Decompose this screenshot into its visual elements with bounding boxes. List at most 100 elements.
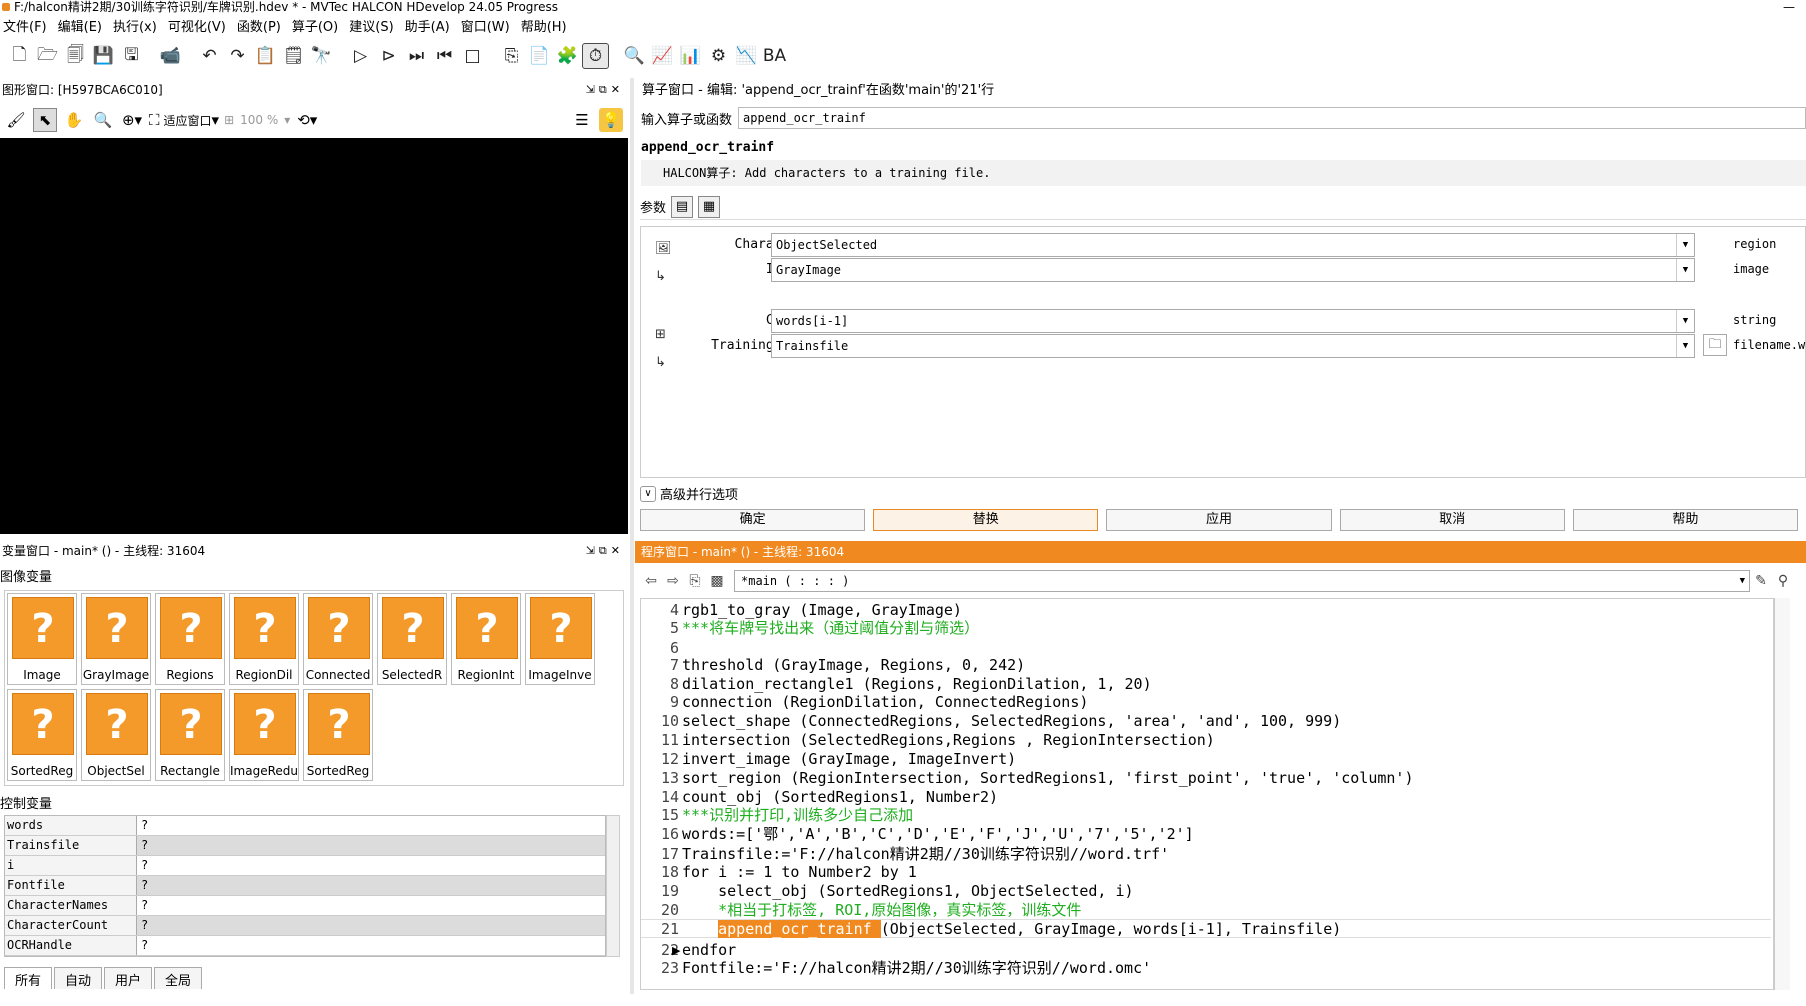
control-variable-row[interactable]: CharacterNames? [5, 896, 605, 916]
iconic-variable-tile[interactable]: ? GrayImage [81, 593, 151, 685]
control-variable-row[interactable]: Trainsfile? [5, 836, 605, 856]
code-line[interactable]: 8 dilation_rectangle1 (Regions, RegionDil… [641, 675, 1771, 694]
variable-tab[interactable]: 所有 [4, 967, 53, 989]
panel-divider[interactable] [630, 78, 634, 994]
save-icon[interactable]: 💾 [90, 43, 117, 69]
histogram-icon[interactable]: 📊 [677, 43, 704, 69]
apply-button[interactable]: 应用 [1106, 509, 1332, 531]
operator-input[interactable]: append_ocr_trainf [738, 107, 1806, 129]
run-icon[interactable]: ▷ [347, 43, 374, 69]
profiler-icon[interactable]: ⏱ [582, 43, 609, 69]
step-out-icon[interactable]: ⏮ [431, 43, 458, 69]
variable-tab[interactable]: 用户 [104, 967, 153, 989]
chevron-down-icon[interactable]: ▼ [1676, 234, 1694, 256]
iconic-variable-tile[interactable]: ? ObjectSel [81, 689, 151, 781]
copy-icon[interactable]: ⎘ [684, 573, 706, 589]
minimize-button[interactable]: — [1774, 0, 1804, 14]
code-line[interactable]: 18 for i := 1 to Number2 by 1 [641, 863, 1771, 882]
code-line[interactable]: 12 invert_image (GrayImage, ImageInvert) [641, 750, 1771, 769]
zoom-in-icon[interactable]: ⊕▾ [120, 108, 144, 132]
menu-item[interactable]: 建议(S) [346, 16, 401, 35]
menu-item[interactable]: 执行(x) [110, 16, 165, 35]
iconic-variable-tile[interactable]: ? Regions [155, 593, 225, 685]
draw-mode-icon[interactable]: ⟲▾ [295, 108, 319, 132]
code-line[interactable]: 21 append_ocr_trainf (ObjectSelected, Gr… [641, 919, 1771, 938]
param-field[interactable]: words[i-1] ▼ [771, 309, 1695, 333]
ocr-icon[interactable]: ꓐA [761, 43, 788, 69]
menu-item[interactable]: 算子(O) [289, 16, 346, 35]
pointer-icon[interactable]: ⬉ [33, 108, 57, 132]
menu-item[interactable]: 函数(P) [234, 16, 289, 35]
param-field[interactable]: Trainsfile ▼ [771, 334, 1695, 358]
undo-icon[interactable]: ↶ [196, 43, 223, 69]
code-line[interactable]: 11 intersection (SelectedRegions,Regions … [641, 731, 1771, 750]
variable-tab[interactable]: 全局 [154, 967, 203, 989]
brush-icon[interactable]: 🖌 [4, 108, 28, 132]
iconic-variable-tile[interactable]: ? Image [7, 593, 77, 685]
iconic-variable-tile[interactable]: ? ImageInve [525, 593, 595, 685]
iconic-variable-tile[interactable]: ? RegionInt [451, 593, 521, 685]
clear-icon[interactable]: 🗒 [280, 43, 307, 69]
chevron-down-icon[interactable]: ▼ [1676, 259, 1694, 281]
detail-view-icon[interactable]: ▦ [698, 195, 721, 218]
control-variable-row[interactable]: words? [5, 816, 605, 836]
record-icon[interactable]: 📹 [157, 43, 184, 69]
code-line[interactable]: 5 ***将车牌号找出来（通过阈值分割与筛选） [641, 619, 1771, 638]
redo-icon[interactable]: ↷ [224, 43, 251, 69]
fit-window-button[interactable]: ⛶ 适应窗口 ▾ [149, 108, 219, 132]
control-variable-row[interactable]: OCRHandle? [5, 936, 605, 956]
hand-icon[interactable]: ✋ [62, 108, 86, 132]
menu-item[interactable]: 编辑(E) [55, 16, 110, 35]
list-view-icon[interactable]: ▤ [671, 195, 694, 218]
open-file-icon[interactable]: 🗁 [34, 43, 61, 69]
cancel-button[interactable]: 取消 [1339, 509, 1565, 531]
advanced-options[interactable]: ∨ 高级并行选项 [640, 484, 738, 503]
iconic-variable-tile[interactable]: ? Rectangle [155, 689, 225, 781]
iconic-variable-tile[interactable]: ? ImageRedu [229, 689, 299, 781]
panel-buttons[interactable]: ⇲⧉✕ [586, 540, 624, 562]
code-line[interactable]: 17 Trainsfile:='F://halcon精讲2期//30训练字符识别/… [641, 845, 1771, 864]
code-line[interactable]: 20 *相当于打标签, ROI,原始图像，真实标签，训练文件 [641, 901, 1771, 920]
code-line[interactable]: 23 Fontfile:='F://halcon精讲2期//30训练字符识别//w… [641, 959, 1771, 978]
zoom-icon[interactable]: 🔍 [621, 43, 648, 69]
menu-item[interactable]: 可视化(V) [165, 16, 234, 35]
control-scrollbar[interactable] [606, 815, 620, 957]
step-into-icon[interactable]: ⏭ [403, 43, 430, 69]
clipboard-icon[interactable]: 📋 [252, 43, 279, 69]
line-profile-icon[interactable]: 📈 [649, 43, 676, 69]
code-line[interactable]: 16 words:=['鄂','A','B','C','D','E','F','J… [641, 825, 1771, 844]
iconic-variable-tile[interactable]: ? RegionDil [229, 593, 299, 685]
iconic-variable-tile[interactable]: ? SortedReg [303, 689, 373, 781]
procedure-select[interactable]: *main ( : : : ) ▼ [734, 570, 1750, 592]
save-all-icon[interactable]: 🖫 [118, 43, 145, 69]
edit-procedure-icon[interactable]: ✎ [1750, 573, 1772, 589]
code-editor[interactable]: 4 rgb1_to_gray (Image, GrayImage) 5 ***将车牌号… [640, 598, 1774, 990]
chevron-down-icon[interactable]: ▼ [1676, 310, 1694, 332]
magnifier-icon[interactable]: 🔍 [91, 108, 115, 132]
find-icon[interactable]: 🔭 [308, 43, 335, 69]
code-line[interactable]: 14 count_obj (SortedRegions1, Number2) [641, 788, 1771, 807]
reset-icon[interactable]: ⎘ [498, 43, 525, 69]
code-line[interactable]: 19 select_obj (SortedRegions1, ObjectSel… [641, 882, 1771, 901]
control-variable-row[interactable]: Fontfile? [5, 876, 605, 896]
program-icon[interactable]: 📄 [526, 43, 553, 69]
pin-icon[interactable]: ⚲ [1772, 573, 1794, 589]
replace-button[interactable]: 替换 [873, 509, 1099, 531]
panel-buttons[interactable]: ⇲⧉✕ [586, 80, 624, 100]
param-field[interactable]: ObjectSelected ▼ [771, 233, 1695, 257]
new-file-icon[interactable]: 🗋 [6, 43, 33, 69]
stop-icon[interactable]: □ [459, 43, 486, 69]
iconic-variable-tile[interactable]: ? SortedReg [7, 689, 77, 781]
iconic-variable-tile[interactable]: ? SelectedR [377, 593, 447, 685]
ok-button[interactable]: 确定 [640, 509, 866, 531]
assistant-icon[interactable]: 🧩 [554, 43, 581, 69]
chevron-down-icon[interactable]: ▼ [1676, 335, 1694, 357]
open-example-icon[interactable]: 🗐 [62, 43, 89, 69]
grid-icon[interactable]: ▩ [706, 573, 728, 589]
zoom-percent[interactable]: ⊞ 100 % ▾ [224, 108, 290, 132]
code-line[interactable]: 7 threshold (GrayImage, Regions, 0, 242) [641, 656, 1771, 675]
code-line[interactable]: 9 connection (RegionDilation, ConnectedRe… [641, 693, 1771, 712]
control-variable-row[interactable]: i? [5, 856, 605, 876]
menu-item[interactable]: 帮助(H) [518, 16, 575, 35]
back-icon[interactable]: ⇦ [640, 573, 662, 589]
